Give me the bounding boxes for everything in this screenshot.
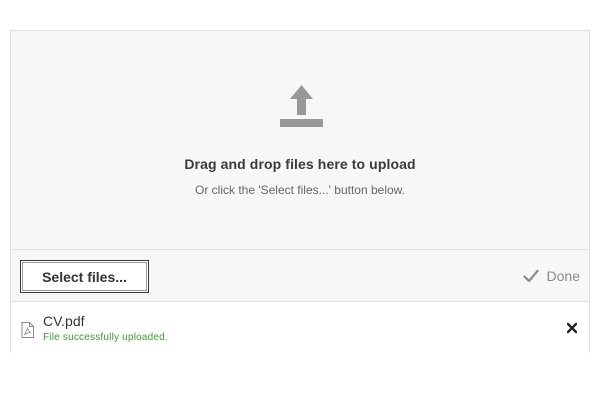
done-label: Done [546, 268, 580, 284]
remove-file-button[interactable] [565, 321, 579, 335]
upload-toolbar: Select files... Done [11, 250, 589, 302]
pdf-file-icon [21, 322, 34, 338]
done-button[interactable]: Done [522, 265, 580, 287]
close-icon [565, 321, 579, 335]
select-files-button[interactable]: Select files... [20, 260, 149, 293]
upload-status: File successfully uploaded. [43, 332, 168, 343]
drop-zone-hint: Or click the 'Select files...' button be… [194, 183, 405, 197]
check-icon [522, 269, 539, 283]
drop-zone-title: Drag and drop files here to upload [184, 156, 416, 172]
drop-zone[interactable]: Drag and drop files here to upload Or cl… [11, 31, 589, 250]
file-name: CV.pdf [43, 313, 85, 329]
file-list-item: CV.pdf File successfully uploaded. [11, 302, 589, 353]
upload-icon [280, 85, 323, 127]
file-uploader: Drag and drop files here to upload Or cl… [10, 30, 590, 353]
